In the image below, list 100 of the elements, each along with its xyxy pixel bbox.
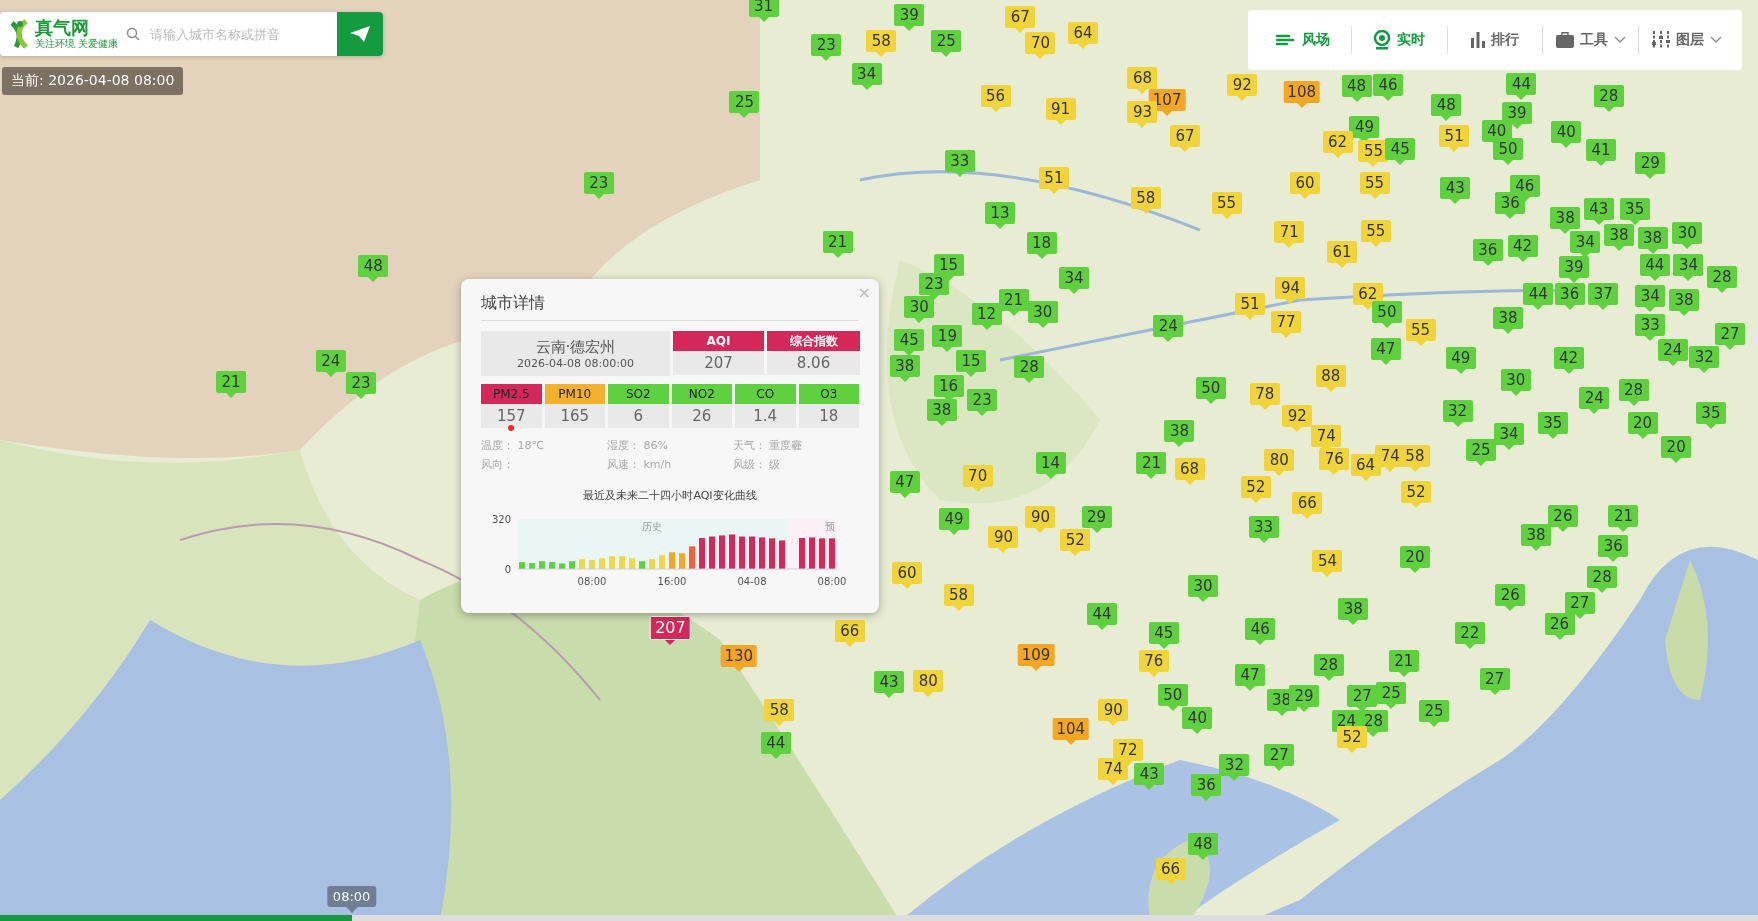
- aqi-marker[interactable]: 74: [1098, 758, 1129, 781]
- aqi-marker[interactable]: 74: [1311, 425, 1342, 448]
- aqi-marker[interactable]: 30: [904, 296, 935, 319]
- aqi-marker[interactable]: 22: [1454, 622, 1485, 645]
- aqi-marker[interactable]: 38: [1603, 224, 1634, 247]
- aqi-marker[interactable]: 56: [980, 85, 1011, 108]
- aqi-marker[interactable]: 36: [1598, 535, 1629, 557]
- aqi-marker[interactable]: 33: [944, 150, 975, 173]
- aqi-marker[interactable]: 23: [346, 372, 376, 395]
- aqi-marker[interactable]: 67: [1005, 5, 1036, 28]
- aqi-marker[interactable]: 28: [1014, 355, 1045, 378]
- aqi-marker[interactable]: 44: [1523, 282, 1554, 305]
- aqi-marker[interactable]: 43: [874, 670, 905, 693]
- aqi-marker[interactable]: 46: [1373, 74, 1403, 97]
- aqi-marker[interactable]: 20: [1399, 546, 1430, 569]
- aqi-marker[interactable]: 64: [1068, 21, 1099, 44]
- aqi-marker[interactable]: 34: [1635, 285, 1666, 307]
- search-field[interactable]: 请输入城市名称或拼音: [148, 25, 337, 43]
- aqi-marker[interactable]: 47: [889, 471, 920, 494]
- aqi-marker[interactable]: 38: [1550, 206, 1581, 229]
- aqi-marker[interactable]: 207: [650, 615, 691, 640]
- aqi-marker[interactable]: 34: [1673, 253, 1704, 276]
- aqi-marker[interactable]: 26: [1495, 584, 1526, 607]
- aqi-marker[interactable]: 38: [1521, 523, 1551, 546]
- aqi-marker[interactable]: 23: [811, 33, 842, 56]
- toolbar-button[interactable]: 风场: [1256, 31, 1351, 49]
- toolbar-button[interactable]: 排行: [1447, 31, 1543, 49]
- aqi-marker[interactable]: 13: [985, 202, 1016, 224]
- aqi-marker[interactable]: 45: [1385, 138, 1416, 161]
- aqi-marker[interactable]: 34: [1059, 267, 1090, 290]
- aqi-marker[interactable]: 32: [1442, 400, 1473, 423]
- timeline-track[interactable]: [0, 915, 1758, 921]
- aqi-marker[interactable]: 24: [1153, 315, 1184, 338]
- aqi-marker[interactable]: 25: [1376, 681, 1407, 704]
- aqi-marker[interactable]: 33: [1635, 314, 1666, 337]
- aqi-marker[interactable]: 25: [931, 30, 962, 53]
- aqi-marker[interactable]: 51: [1439, 124, 1470, 147]
- toolbar-button[interactable]: 工具: [1543, 31, 1639, 49]
- aqi-marker[interactable]: 58: [764, 698, 795, 721]
- aqi-marker[interactable]: 48: [358, 254, 389, 277]
- aqi-marker[interactable]: 94: [1275, 277, 1306, 300]
- toolbar-button[interactable]: 实时: [1351, 30, 1447, 50]
- aqi-marker[interactable]: 54: [1312, 549, 1343, 572]
- aqi-marker[interactable]: 28: [1707, 265, 1738, 288]
- aqi-marker[interactable]: 34: [1570, 231, 1601, 254]
- aqi-marker[interactable]: 80: [913, 669, 944, 692]
- aqi-marker[interactable]: 36: [1495, 191, 1526, 214]
- aqi-marker[interactable]: 29: [1635, 151, 1666, 174]
- aqi-marker[interactable]: 49: [939, 508, 970, 531]
- aqi-marker[interactable]: 46: [1245, 617, 1276, 640]
- aqi-marker[interactable]: 48: [1431, 94, 1462, 117]
- aqi-marker[interactable]: 39: [1501, 102, 1532, 125]
- aqi-marker[interactable]: 58: [866, 30, 897, 53]
- aqi-marker[interactable]: 43: [1134, 762, 1165, 785]
- aqi-marker[interactable]: 30: [1500, 369, 1531, 392]
- aqi-marker[interactable]: 38: [1164, 419, 1195, 442]
- aqi-marker[interactable]: 109: [1017, 643, 1055, 666]
- aqi-marker[interactable]: 15: [955, 350, 986, 372]
- aqi-marker[interactable]: 39: [894, 3, 925, 26]
- aqi-marker[interactable]: 66: [1292, 492, 1323, 515]
- aqi-marker[interactable]: 40: [1182, 706, 1213, 729]
- aqi-marker[interactable]: 67: [1170, 124, 1201, 147]
- aqi-marker[interactable]: 50: [1157, 684, 1188, 707]
- aqi-marker[interactable]: 44: [1506, 73, 1537, 96]
- aqi-marker[interactable]: 104: [1052, 717, 1090, 740]
- aqi-marker[interactable]: 28: [1587, 566, 1618, 589]
- aqi-marker[interactable]: 43: [1440, 177, 1471, 200]
- aqi-marker[interactable]: 108: [1283, 80, 1320, 103]
- aqi-marker[interactable]: 48: [1341, 75, 1372, 98]
- aqi-marker[interactable]: 25: [729, 91, 760, 113]
- aqi-marker[interactable]: 93: [1127, 101, 1158, 124]
- aqi-marker[interactable]: 40: [1551, 121, 1582, 144]
- aqi-marker[interactable]: 36: [1472, 239, 1503, 261]
- aqi-marker[interactable]: 58: [943, 584, 974, 607]
- aqi-marker[interactable]: 34: [1494, 422, 1525, 445]
- aqi-marker[interactable]: 27: [1347, 685, 1378, 708]
- toolbar-button[interactable]: 图层: [1639, 31, 1734, 49]
- aqi-marker[interactable]: 29: [1288, 685, 1319, 708]
- aqi-marker[interactable]: 45: [894, 328, 925, 351]
- aqi-marker[interactable]: 30: [1188, 575, 1218, 598]
- aqi-marker[interactable]: 60: [1290, 171, 1321, 194]
- aqi-marker[interactable]: 31: [748, 0, 779, 17]
- aqi-marker[interactable]: 90: [988, 526, 1019, 549]
- aqi-marker[interactable]: 68: [1127, 67, 1158, 90]
- aqi-marker[interactable]: 18: [1026, 232, 1057, 255]
- send-button[interactable]: [337, 12, 383, 56]
- aqi-marker[interactable]: 28: [1618, 379, 1649, 402]
- aqi-marker[interactable]: 51: [1235, 292, 1266, 315]
- aqi-marker[interactable]: 21: [1136, 452, 1167, 475]
- aqi-marker[interactable]: 52: [1401, 481, 1432, 504]
- aqi-marker[interactable]: 19: [932, 325, 963, 348]
- aqi-marker[interactable]: 58: [1130, 187, 1161, 210]
- aqi-marker[interactable]: 28: [1593, 85, 1624, 108]
- aqi-marker[interactable]: 70: [962, 465, 993, 488]
- aqi-marker[interactable]: 90: [1025, 505, 1056, 528]
- aqi-marker[interactable]: 41: [1586, 139, 1617, 162]
- aqi-marker[interactable]: 14: [1035, 452, 1066, 475]
- aqi-marker[interactable]: 80: [1264, 448, 1295, 471]
- aqi-marker[interactable]: 38: [1492, 307, 1523, 330]
- aqi-marker[interactable]: 92: [1227, 74, 1258, 97]
